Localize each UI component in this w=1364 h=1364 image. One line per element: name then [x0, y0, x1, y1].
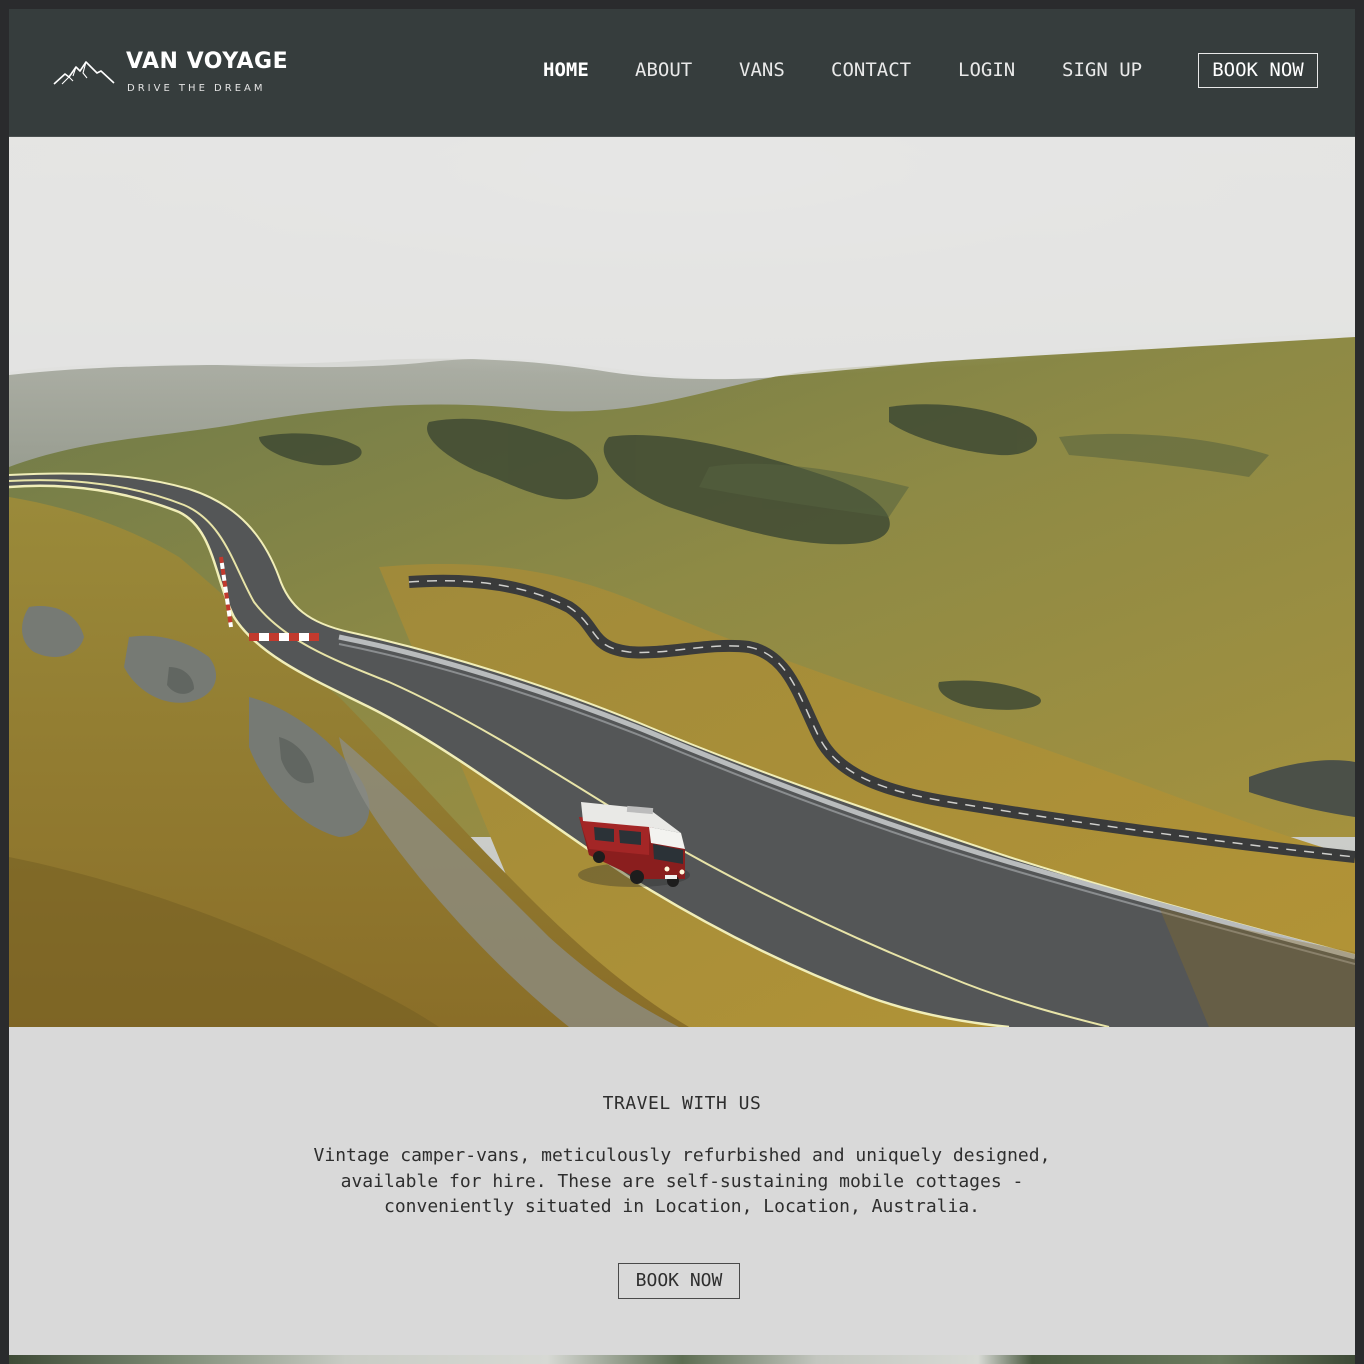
intro-description: Vintage camper-vans, meticulously refurb… — [313, 1145, 1051, 1217]
intro-section: TRAVEL WITH US Vintage camper-vans, meti… — [9, 1027, 1355, 1355]
nav-about[interactable]: ABOUT — [635, 59, 692, 81]
nav-vans[interactable]: VANS — [739, 59, 785, 81]
next-section-preview — [9, 1355, 1355, 1364]
intro-heading: TRAVEL WITH US — [602, 1093, 762, 1114]
book-now-button[interactable]: BOOK NOW — [618, 1263, 740, 1299]
site-header: VAN VOYAGE DRIVE THE DREAM HOME ABOUT VA… — [9, 9, 1355, 137]
page-frame: VAN VOYAGE DRIVE THE DREAM HOME ABOUT VA… — [9, 9, 1355, 1364]
nav-home[interactable]: HOME — [543, 59, 589, 81]
nav-sign-up[interactable]: SIGN UP — [1062, 59, 1142, 81]
nav-login[interactable]: LOGIN — [958, 59, 1015, 81]
main-nav: HOME ABOUT VANS CONTACT LOGIN SIGN UP — [9, 59, 1355, 83]
mountain-road-landscape — [9, 137, 1355, 1027]
hero-image — [9, 137, 1355, 1027]
book-now-button-header[interactable]: BOOK NOW — [1198, 53, 1318, 88]
nav-contact[interactable]: CONTACT — [831, 59, 911, 81]
brand-tagline: DRIVE THE DREAM — [127, 83, 266, 94]
